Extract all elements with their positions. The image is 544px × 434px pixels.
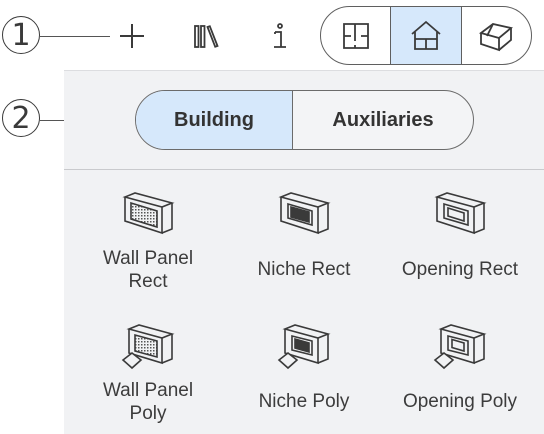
tool-label: Opening Poly <box>402 391 518 412</box>
callout-marker-1: 1 <box>2 16 40 54</box>
segment-auxiliaries[interactable]: Auxiliaries <box>293 91 473 149</box>
wall-panel-poly-icon <box>121 324 175 370</box>
segment-building[interactable]: Building <box>136 91 293 149</box>
callout-1-leader-line <box>40 36 110 37</box>
tool-label: Niche Rect <box>257 259 351 280</box>
floor-plan-icon <box>342 22 369 49</box>
tool-label-line-1: Wall Panel <box>102 380 194 401</box>
panel-divider <box>64 169 544 170</box>
tool-wall-panel-poly[interactable]: Wall Panel Poly <box>70 323 226 434</box>
tool-panel: Building Auxiliaries Wall Panel Rect Nic… <box>64 70 544 434</box>
tool-label: Wall Panel Poly <box>70 379 226 425</box>
tool-label-line-2: Poly <box>129 403 167 424</box>
callout-1-number: 1 <box>11 17 31 53</box>
view-mode-switcher <box>320 6 532 65</box>
tool-opening-rect[interactable]: Opening Rect <box>382 191 538 307</box>
callout-2-number: 2 <box>11 100 31 136</box>
tool-label: Niche Poly <box>258 391 350 412</box>
view-3d-button[interactable] <box>460 7 531 64</box>
view-floor-plan-button[interactable] <box>321 7 390 64</box>
wall-panel-rect-icon <box>122 192 175 235</box>
view-house-front-button[interactable] <box>390 7 461 64</box>
tool-label: Wall Panel Rect <box>70 247 226 293</box>
niche-rect-icon <box>278 192 331 235</box>
tool-label-line-1: Wall Panel <box>102 248 194 269</box>
callout-marker-2: 2 <box>2 99 40 137</box>
tool-opening-poly[interactable]: Opening Poly <box>382 323 538 434</box>
opening-rect-icon <box>434 192 487 235</box>
info-button[interactable] <box>262 16 298 56</box>
library-button[interactable] <box>185 16 229 56</box>
plus-icon <box>120 24 144 48</box>
library-icon <box>194 25 219 48</box>
info-icon <box>274 23 286 48</box>
tool-label: Opening Rect <box>401 259 519 280</box>
tool-wall-panel-rect[interactable]: Wall Panel Rect <box>70 191 226 307</box>
tool-label-line-2: Rect <box>128 271 168 292</box>
category-segmented-control: Building Auxiliaries <box>135 90 474 150</box>
house-3d-icon <box>479 22 514 51</box>
add-button[interactable] <box>112 16 152 56</box>
opening-poly-icon <box>433 324 487 370</box>
tool-niche-poly[interactable]: Niche Poly <box>226 323 382 434</box>
house-front-icon <box>411 20 441 50</box>
tool-niche-rect[interactable]: Niche Rect <box>226 191 382 307</box>
niche-poly-icon <box>277 324 331 370</box>
